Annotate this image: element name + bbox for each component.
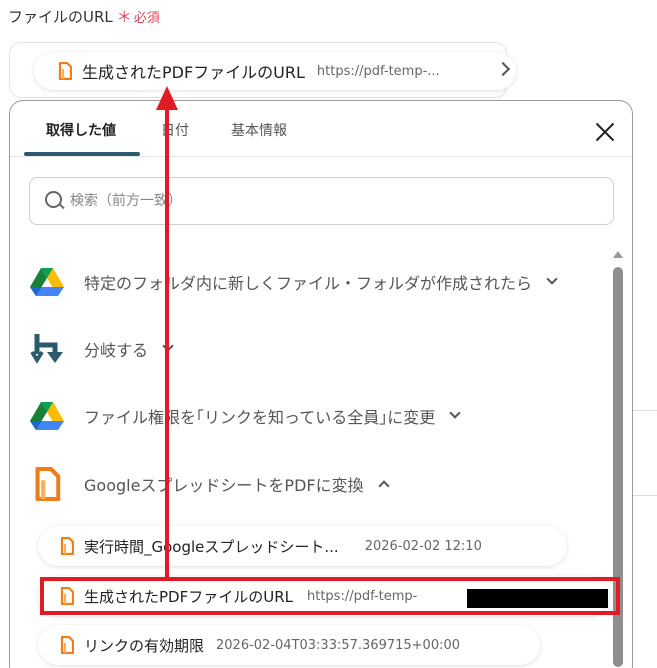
background-divider <box>633 495 657 496</box>
step-label: ファイル権限を｢リンクを知っている全員｣に変更 <box>84 408 436 427</box>
required-star: ＊ <box>116 8 132 26</box>
step-item-folder-trigger[interactable]: 特定のフォルダ内に新しくファイル・フォルダが作成されたら <box>30 262 558 302</box>
chevron-down-icon <box>449 407 461 419</box>
selected-value-url: https://pdf-temp-... <box>316 63 440 79</box>
active-tab-indicator <box>24 152 140 156</box>
pdf-convert-icon <box>60 636 74 654</box>
step-label: GoogleスプレッドシートをPDFに変換 <box>84 476 364 495</box>
search-box[interactable] <box>29 177 614 225</box>
branch-icon <box>30 334 63 364</box>
close-icon[interactable] <box>594 121 616 143</box>
step-label: 分岐する <box>84 341 149 360</box>
google-drive-icon <box>30 402 64 430</box>
background-divider <box>633 410 657 411</box>
selected-value-name: 生成されたPDFファイルのURL <box>82 63 305 82</box>
step-label: 特定のフォルダ内に新しくファイル・フォルダが作成されたら <box>84 274 533 293</box>
output-item-exec-time[interactable]: 実行時間_Googleスプレッドシート... 2026-02-02 12:10 <box>38 526 567 566</box>
tab-basic-info[interactable]: 基本情報 <box>231 120 287 140</box>
tab-acquired-values[interactable]: 取得した値 <box>46 120 116 140</box>
output-value: 2026-02-02 12:10 <box>364 538 482 554</box>
field-label: ファイルのURL ＊必須 <box>8 6 160 27</box>
step-item-branch[interactable]: 分岐する <box>30 329 174 369</box>
step-item-pdf-convert[interactable]: GoogleスプレッドシートをPDFに変換 <box>30 464 390 504</box>
step-item-permission[interactable]: ファイル権限を｢リンクを知っている全員｣に変更 <box>30 396 461 436</box>
search-input[interactable] <box>70 193 570 209</box>
output-name: リンクの有効期限 <box>84 636 205 655</box>
output-name: 実行時間_Googleスプレッドシート... <box>84 537 339 556</box>
google-drive-icon <box>30 268 64 296</box>
output-value: 2026-02-04T03:33:57.369715+00:00 <box>216 637 461 653</box>
chevron-right-icon <box>495 61 511 77</box>
required-badge: 必須 <box>133 11 160 26</box>
search-icon <box>44 190 66 212</box>
field-label-text: ファイルのURL <box>8 8 113 26</box>
arrow-up-icon <box>156 86 178 110</box>
tab-bar: 取得した値 日付 基本情報 <box>10 101 632 157</box>
pdf-convert-icon <box>58 62 72 80</box>
chevron-down-icon <box>546 273 558 285</box>
annotation-arrow <box>165 108 169 579</box>
redaction-block <box>467 589 608 608</box>
pdf-convert-icon <box>60 537 74 555</box>
output-item-link-expiry[interactable]: リンクの有効期限 2026-02-04T03:33:57.369715+00:0… <box>38 625 540 665</box>
pdf-convert-icon <box>33 467 61 501</box>
selected-value-chip[interactable]: 生成されたPDFファイルのURL https://pdf-temp-... <box>34 52 516 90</box>
chevron-up-icon <box>377 480 390 492</box>
scroll-up-icon[interactable] <box>613 251 623 258</box>
